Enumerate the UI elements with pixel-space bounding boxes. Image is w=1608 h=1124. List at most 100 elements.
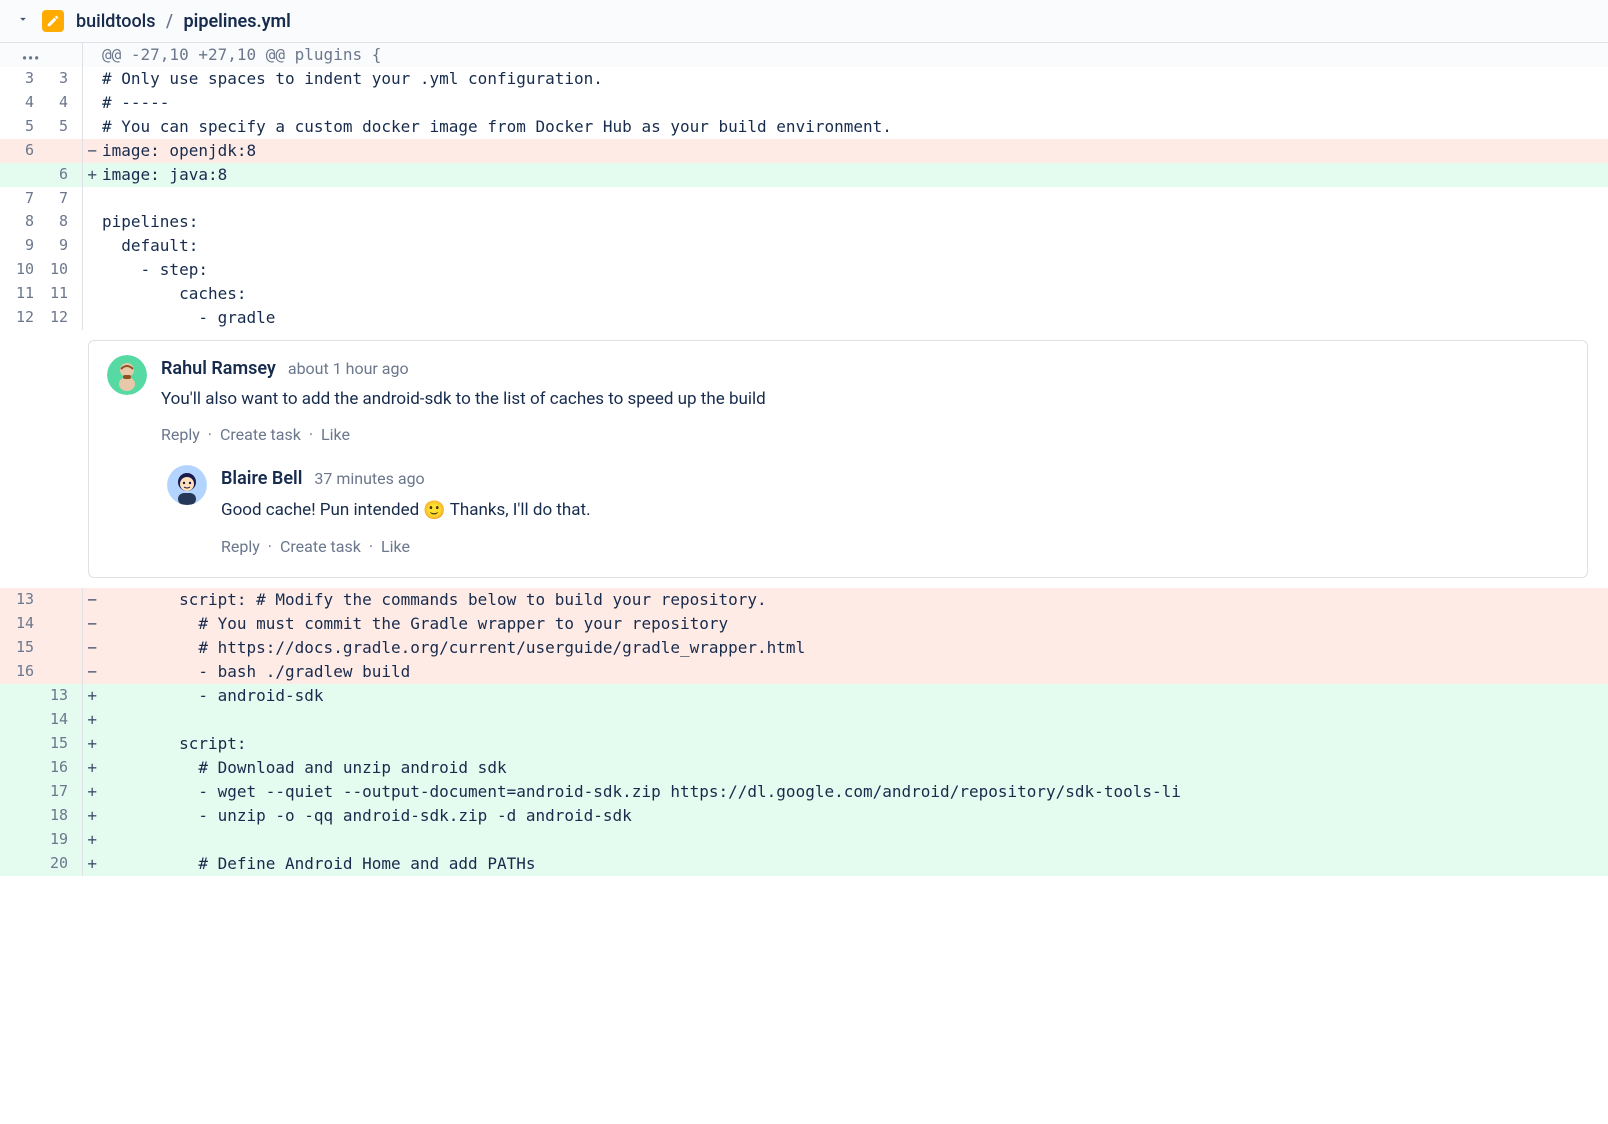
old-line-number: 7 (0, 187, 34, 210)
create-task-button[interactable]: Create task (280, 535, 361, 559)
create-task-button[interactable]: Create task (220, 423, 301, 447)
diff-line[interactable]: 77 (0, 187, 1608, 210)
diff-line[interactable]: 13 script: # Modify the commands below t… (0, 588, 1608, 612)
code-content: image: java:8 (102, 163, 1608, 187)
comment-timestamp: about 1 hour ago (288, 357, 409, 381)
diff-sign (82, 210, 102, 234)
code-content: # https://docs.gradle.org/current/usergu… (102, 636, 1608, 660)
new-line-number: 17 (34, 780, 68, 804)
like-button[interactable]: Like (381, 535, 410, 559)
code-content: - android-sdk (102, 684, 1608, 708)
collapse-chevron-icon[interactable] (16, 12, 30, 30)
code-content: default: (102, 234, 1608, 258)
new-line-number (34, 660, 68, 684)
new-line-number: 10 (34, 258, 68, 282)
new-line-number (34, 636, 68, 660)
reply-button[interactable]: Reply (161, 423, 200, 447)
diff-line[interactable]: 6image: java:8 (0, 163, 1608, 187)
diff-table: @@ -27,10 +27,10 @@ plugins { 33# Only u… (0, 43, 1608, 876)
avatar[interactable] (107, 355, 147, 395)
new-line-number: 4 (34, 91, 68, 115)
new-line-number: 7 (34, 187, 68, 210)
diff-sign (82, 67, 102, 91)
code-content: script: (102, 732, 1608, 756)
code-content: # Download and unzip android sdk (102, 756, 1608, 780)
hunk-header-text: @@ -27,10 +27,10 @@ plugins { (102, 43, 1608, 67)
diff-sign (82, 684, 102, 708)
new-line-number: 13 (34, 684, 68, 708)
diff-line[interactable]: 13 - android-sdk (0, 684, 1608, 708)
code-content: - step: (102, 258, 1608, 282)
new-line-number: 18 (34, 804, 68, 828)
reply-button[interactable]: Reply (221, 535, 260, 559)
new-line-number: 16 (34, 756, 68, 780)
diff-line[interactable]: 55# You can specify a custom docker imag… (0, 115, 1608, 139)
diff-sign (82, 660, 102, 684)
old-line-number (0, 163, 34, 187)
like-button[interactable]: Like (321, 423, 350, 447)
breadcrumb-separator: / (166, 11, 173, 32)
diff-line[interactable]: 18 - unzip -o -qq android-sdk.zip -d and… (0, 804, 1608, 828)
code-content: caches: (102, 282, 1608, 306)
diff-line[interactable]: 20 # Define Android Home and add PATHs (0, 852, 1608, 876)
diff-line[interactable]: 14 # You must commit the Gradle wrapper … (0, 612, 1608, 636)
diff-line[interactable]: 16 # Download and unzip android sdk (0, 756, 1608, 780)
new-line-number (34, 139, 68, 163)
more-actions-icon[interactable]: ••• (22, 51, 40, 67)
old-line-number (0, 708, 34, 732)
diff-line[interactable]: 1111 caches: (0, 282, 1608, 306)
diff-line[interactable]: 44# ----- (0, 91, 1608, 115)
old-line-number: 8 (0, 210, 34, 234)
hunk-header-row: @@ -27,10 +27,10 @@ plugins { (0, 43, 1608, 67)
diff-line[interactable]: 15 # https://docs.gradle.org/current/use… (0, 636, 1608, 660)
diff-line[interactable]: 14 (0, 708, 1608, 732)
diff-sign (82, 708, 102, 732)
diff-sign (82, 306, 102, 330)
code-content: - bash ./gradlew build (102, 660, 1608, 684)
comment-author[interactable]: Blaire Bell (221, 465, 302, 492)
diff-sign (82, 852, 102, 876)
old-line-number (0, 804, 34, 828)
breadcrumb-file[interactable]: pipelines.yml (184, 11, 291, 32)
old-line-number (0, 828, 34, 852)
code-content (102, 708, 1608, 732)
old-line-number (0, 756, 34, 780)
file-type-icon (42, 10, 64, 32)
new-line-number: 15 (34, 732, 68, 756)
diff-sign (82, 282, 102, 306)
diff-line[interactable]: 33# Only use spaces to indent your .yml … (0, 67, 1608, 91)
diff-line[interactable]: 16 - bash ./gradlew build (0, 660, 1608, 684)
diff-line[interactable]: 99 default: (0, 234, 1608, 258)
diff-sign (82, 258, 102, 282)
breadcrumb-folder[interactable]: buildtools (76, 11, 156, 32)
diff-line[interactable]: 15 script: (0, 732, 1608, 756)
new-line-number (34, 588, 68, 612)
comment: Rahul Ramsey about 1 hour ago You'll als… (107, 355, 1569, 448)
new-line-number: 5 (34, 115, 68, 139)
code-content: # ----- (102, 91, 1608, 115)
smile-emoji-icon: 🙂 (423, 500, 445, 521)
old-line-number (0, 684, 34, 708)
diff-sign (82, 756, 102, 780)
diff-line[interactable]: 19 (0, 828, 1608, 852)
diff-line[interactable]: 88pipelines: (0, 210, 1608, 234)
comment-reply: Blaire Bell 37 minutes ago Good cache! P… (167, 465, 1569, 559)
old-line-number: 3 (0, 67, 34, 91)
diff-sign (82, 234, 102, 258)
old-line-number: 13 (0, 588, 34, 612)
diff-line[interactable]: 17 - wget --quiet --output-document=andr… (0, 780, 1608, 804)
new-line-number: 20 (34, 852, 68, 876)
code-content: - unzip -o -qq android-sdk.zip -d androi… (102, 804, 1608, 828)
diff-line[interactable]: 6image: openjdk:8 (0, 139, 1608, 163)
diff-line[interactable]: 1010 - step: (0, 258, 1608, 282)
avatar[interactable] (167, 465, 207, 505)
code-content: - gradle (102, 306, 1608, 330)
code-content (102, 187, 1608, 210)
code-content: # Define Android Home and add PATHs (102, 852, 1608, 876)
old-line-number: 5 (0, 115, 34, 139)
comment-author[interactable]: Rahul Ramsey (161, 355, 276, 382)
diff-line[interactable]: 1212 - gradle (0, 306, 1608, 330)
old-line-number (0, 780, 34, 804)
code-content: image: openjdk:8 (102, 139, 1608, 163)
old-line-number (0, 732, 34, 756)
